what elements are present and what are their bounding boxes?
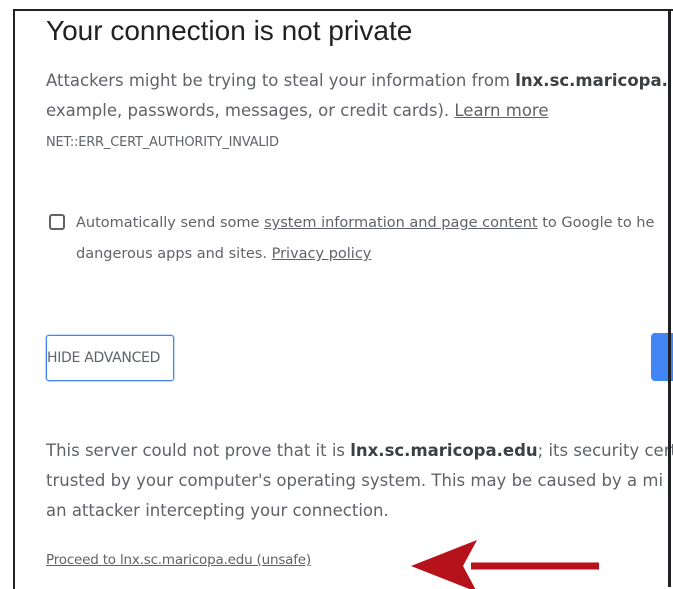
warning-line2-prefix: example, passwords, messages, or credit … xyxy=(46,101,455,120)
details-domain: lnx.sc.maricopa.edu xyxy=(350,441,538,460)
details-suffix: ; its security cert xyxy=(537,441,673,460)
hide-advanced-button[interactable]: HIDE ADVANCED xyxy=(46,335,174,381)
red-arrow-annotation xyxy=(411,540,599,589)
details-prefix: This server could not prove that it is xyxy=(46,441,351,460)
send-info-checkbox[interactable] xyxy=(49,214,65,230)
checkbox-text-suffix: to Google to he xyxy=(537,215,655,231)
checkbox-label-line2: dangerous apps and sites. Privacy policy xyxy=(76,239,371,269)
warning-text-line2: example, passwords, messages, or credit … xyxy=(46,96,549,126)
privacy-policy-link[interactable]: Privacy policy xyxy=(272,246,372,262)
warning-text-line1: Attackers might be trying to steal your … xyxy=(46,66,668,96)
system-info-link[interactable]: system information and page content xyxy=(264,215,538,231)
warning-prefix: Attackers might be trying to steal your … xyxy=(46,71,516,90)
details-text-line3: an attacker intercepting your connection… xyxy=(46,501,389,520)
browser-viewport: Your connection is not private Attackers… xyxy=(13,9,673,589)
checkbox-label-line1: Automatically send some system informati… xyxy=(76,208,654,238)
details-text-line2: trusted by your computer's operating sys… xyxy=(46,471,664,490)
checkbox-line2-prefix: dangerous apps and sites. xyxy=(76,246,272,262)
warning-domain: lnx.sc.maricopa. xyxy=(515,71,668,90)
frame-right-border xyxy=(668,9,671,587)
learn-more-link[interactable]: Learn more xyxy=(454,101,548,120)
page-title: Your connection is not private xyxy=(46,15,413,46)
proceed-unsafe-link[interactable]: Proceed to lnx.sc.maricopa.edu (unsafe) xyxy=(46,552,311,568)
details-text-line1: This server could not prove that it is l… xyxy=(46,436,673,466)
error-code: NET::ERR_CERT_AUTHORITY_INVALID xyxy=(46,135,279,150)
checkbox-text-prefix: Automatically send some xyxy=(76,215,265,231)
